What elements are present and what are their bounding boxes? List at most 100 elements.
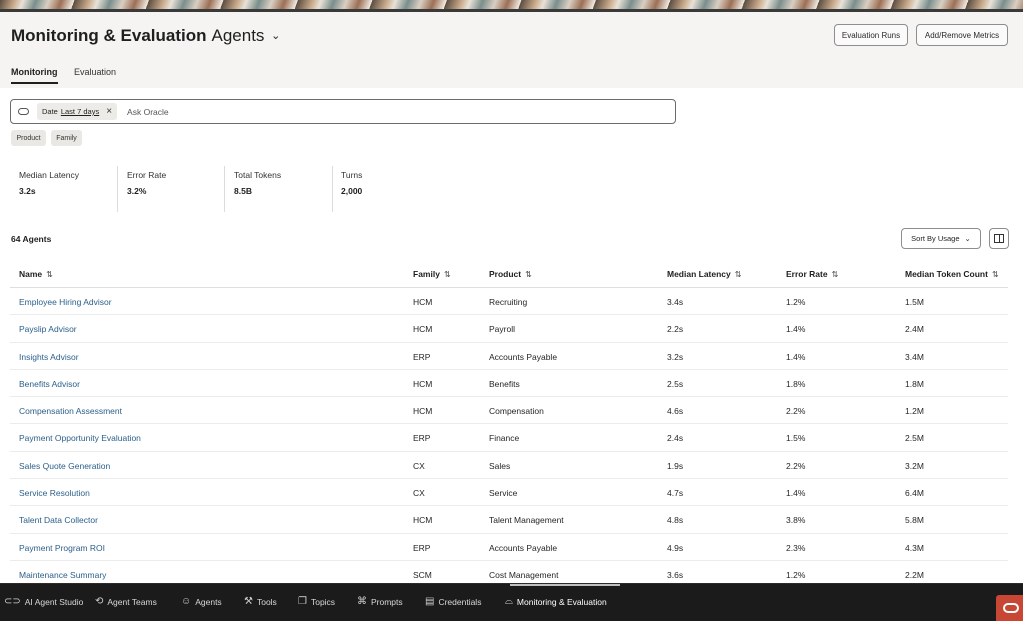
cell-error-rate: 2.2%: [786, 406, 806, 417]
taskbar-item-ai-agent-studio[interactable]: ⊂⊃ AI Agent Studio: [4, 596, 83, 607]
cell-error-rate: 1.4%: [786, 488, 806, 499]
column-header-error-rate[interactable]: Error Rate ⇅: [786, 269, 838, 279]
sort-icon[interactable]: ⇅: [735, 270, 742, 279]
sort-icon[interactable]: ⇅: [46, 270, 53, 279]
filter-product[interactable]: Product: [11, 130, 46, 146]
cell-family: ERP: [413, 433, 431, 444]
agent-name-link[interactable]: Payment Opportunity Evaluation: [19, 433, 141, 443]
taskbar-item-prompts[interactable]: ⌘ Prompts: [357, 596, 403, 607]
cell-median-token-count: 6.4M: [905, 488, 924, 499]
cell-family: SCM: [413, 569, 432, 580]
cell-family: HCM: [413, 515, 433, 526]
column-settings-button[interactable]: [989, 228, 1009, 249]
sort-icon[interactable]: ⇅: [832, 270, 839, 279]
cell-error-rate: 2.3%: [786, 542, 806, 553]
cell-median-latency: 1.9s: [667, 460, 684, 471]
cell-error-rate: 1.2%: [786, 569, 806, 580]
agent-name-link[interactable]: Payslip Advisor: [19, 324, 77, 334]
search-input[interactable]: Ask Oracle: [127, 107, 169, 117]
cell-product: Payroll: [489, 324, 515, 335]
metric-value: 3.2%: [127, 186, 147, 196]
topics-icon: ❐: [298, 596, 307, 607]
taskbar-item-monitoring-evaluation[interactable]: ⌓ Monitoring & Evaluation: [505, 596, 607, 607]
tab-bar: Monitoring Evaluation: [0, 58, 1023, 88]
column-header-family[interactable]: Family ⇅: [413, 269, 451, 279]
agent-name-link[interactable]: Payment Program ROI: [19, 543, 105, 553]
monitoring-icon: ⌓: [505, 596, 513, 607]
table-row[interactable]: Payment Opportunity Evaluation ERP Finance…: [10, 424, 1008, 452]
agent-teams-icon: ⟲: [95, 596, 104, 607]
taskbar-item-tools[interactable]: ⚒ Tools: [244, 596, 277, 607]
cell-median-token-count: 3.4M: [905, 351, 924, 362]
context-selector[interactable]: Agents ⌄: [212, 26, 281, 46]
agent-name-link[interactable]: Employee Hiring Advisor: [19, 297, 112, 307]
agent-name-link[interactable]: Compensation Assessment: [19, 406, 122, 416]
column-header-median-latency[interactable]: Median Latency ⇅: [667, 269, 741, 279]
date-chip-value[interactable]: Last 7 days: [61, 107, 99, 116]
table-row[interactable]: Employee Hiring Advisor HCM Recruiting 3.4s…: [10, 288, 1008, 316]
cell-median-latency: 3.6s: [667, 569, 684, 580]
cell-product: Service: [489, 488, 518, 499]
tab-evaluation[interactable]: Evaluation: [74, 67, 116, 77]
column-header-product[interactable]: Product ⇅: [489, 269, 532, 279]
table-row[interactable]: Talent Data Collector HCM Talent Managemen…: [10, 506, 1008, 534]
search-bar[interactable]: Date Last 7 days × Ask Oracle: [10, 99, 676, 124]
cell-product: Cost Management: [489, 569, 559, 580]
taskbar-item-agent-teams[interactable]: ⟲ Agent Teams: [95, 596, 157, 607]
metric-label: Turns: [341, 170, 363, 180]
cell-error-rate: 3.8%: [786, 515, 806, 526]
column-header-median-token-count[interactable]: Median Token Count ⇅: [905, 269, 999, 279]
page-title: Monitoring & Evaluation Agents ⌄: [11, 26, 280, 46]
sort-select[interactable]: Sort By Usage ⌄: [901, 228, 981, 249]
cell-family: CX: [413, 460, 425, 471]
cell-product: Benefits: [489, 378, 520, 389]
cell-family: CX: [413, 488, 425, 499]
agent-name-link[interactable]: Insights Advisor: [19, 352, 79, 362]
sort-select-label: Sort By Usage: [911, 234, 960, 243]
close-icon[interactable]: ×: [106, 106, 112, 117]
agent-name-link[interactable]: Talent Data Collector: [19, 515, 98, 525]
sort-icon[interactable]: ⇅: [444, 270, 451, 279]
date-filter-chip[interactable]: Date Last 7 days ×: [37, 103, 118, 120]
table-row[interactable]: Insights Advisor ERP Accounts Payable 3.2s 1…: [10, 343, 1008, 370]
taskbar-item-topics[interactable]: ❐ Topics: [298, 596, 335, 607]
sort-icon[interactable]: ⇅: [992, 270, 999, 279]
cell-median-token-count: 1.5M: [905, 297, 924, 307]
table-row[interactable]: Service Resolution CX Service 4.7s 1.4% 6.4M: [10, 479, 1008, 507]
evaluation-runs-button[interactable]: Evaluation Runs: [834, 24, 908, 46]
agent-name-link[interactable]: Maintenance Summary: [19, 570, 106, 580]
column-header-name[interactable]: Name ⇅: [19, 269, 53, 279]
taskbar-item-agents[interactable]: ☺ Agents: [181, 596, 222, 607]
cell-error-rate: 2.2%: [786, 460, 806, 471]
tab-monitoring[interactable]: Monitoring: [11, 67, 58, 84]
divider: [224, 166, 225, 212]
oracle-logo-button[interactable]: [996, 595, 1023, 621]
page-header: Monitoring & Evaluation Agents ⌄ Evaluat…: [0, 12, 1023, 58]
metric-label: Error Rate: [127, 170, 167, 180]
table-row[interactable]: Benefits Advisor HCM Benefits 2.5s 1.8% 1.8M: [10, 370, 1008, 398]
column-header-label: Median Latency: [667, 269, 731, 279]
metric-value: 8.5B: [234, 186, 252, 196]
cell-error-rate: 1.8%: [786, 378, 806, 389]
cell-family: HCM: [413, 406, 433, 417]
add-remove-metrics-button[interactable]: Add/Remove Metrics: [916, 24, 1008, 46]
divider: [117, 166, 118, 212]
agent-name-link[interactable]: Sales Quote Generation: [19, 461, 110, 471]
column-header-label: Median Token Count: [905, 269, 988, 279]
column-header-label: Family: [413, 269, 440, 279]
table-row[interactable]: Compensation Assessment HCM Compensation 4.…: [10, 397, 1008, 425]
filter-family[interactable]: Family: [51, 130, 82, 146]
taskbar: ⊂⊃ AI Agent Studio ⟲ Agent Teams ☺ Agents ⚒…: [0, 583, 1023, 621]
table-row[interactable]: Payslip Advisor HCM Payroll 2.2s 1.4% 2.4M: [10, 315, 1008, 343]
table-row[interactable]: Sales Quote Generation CX Sales 1.9s 2.2% 3.2…: [10, 452, 1008, 480]
cell-median-latency: 4.6s: [667, 406, 684, 417]
taskbar-item-credentials[interactable]: ▤ Credentials: [425, 596, 481, 607]
cell-family: HCM: [413, 297, 433, 307]
cell-median-token-count: 3.2M: [905, 460, 924, 471]
cell-family: ERP: [413, 351, 431, 362]
agent-name-link[interactable]: Benefits Advisor: [19, 379, 80, 389]
sort-icon[interactable]: ⇅: [525, 270, 532, 279]
taskbar-label: Prompts: [371, 596, 403, 607]
table-row[interactable]: Payment Program ROI ERP Accounts Payable 4.…: [10, 534, 1008, 561]
agent-name-link[interactable]: Service Resolution: [19, 488, 90, 498]
